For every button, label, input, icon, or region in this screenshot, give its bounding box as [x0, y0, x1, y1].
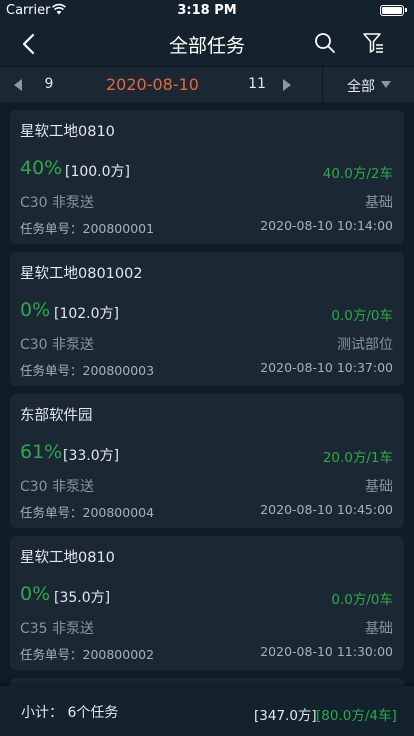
filter-icon[interactable]	[362, 31, 386, 55]
task-number: 任务单号：200800001	[20, 221, 155, 236]
summary-footer: 小计： 6个任务 [347.0方] [80.0方/4车]	[0, 686, 414, 736]
task-card[interactable]: 东部软件园 61% [33.0方] 20.0方/1车 C30 非泵送 基础 任务…	[10, 394, 404, 528]
delivered-progress: 40.0方/2车	[322, 166, 393, 182]
delivered-progress: 0.0方/0车	[331, 308, 393, 324]
concrete-grade: C30 非泵送	[20, 479, 95, 495]
total-volume: [347.0方]	[254, 708, 317, 724]
task-card[interactable]: 星软工地0810 40% [100.0方] 40.0方/2车 C30 非泵送 基…	[10, 110, 404, 244]
prev-day-button[interactable]: 9	[38, 76, 60, 92]
task-time: 2020-08-10 10:45:00	[260, 502, 393, 517]
completion-percent: 0%	[20, 583, 51, 605]
status-filter-label: 全部	[347, 79, 375, 95]
concrete-grade: C30 非泵送	[20, 337, 95, 353]
navigation-bar: 全部任务	[0, 22, 414, 66]
date-selector-bar: 9 2020-08-10 11 全部	[0, 66, 414, 103]
page-title: 全部任务	[168, 35, 245, 57]
pour-part: 基础	[365, 479, 393, 495]
status-bar: Carrier 3:18 PM	[0, 0, 414, 22]
task-number: 任务单号：200800002	[20, 647, 155, 662]
planned-volume: [35.0方]	[54, 590, 111, 606]
site-name: 星软工地0810	[20, 550, 115, 566]
site-name: 星软工地0810	[20, 124, 115, 140]
task-time: 2020-08-10 11:30:00	[260, 644, 393, 659]
concrete-grade: C30 非泵送	[20, 195, 95, 211]
caret-down-icon	[381, 81, 391, 88]
site-name: 星软工地0801002	[20, 266, 143, 282]
delivered-progress: 0.0方/0车	[331, 592, 393, 608]
clock: 3:18 PM	[177, 3, 237, 18]
planned-volume: [33.0方]	[63, 448, 120, 464]
concrete-grade: C35 非泵送	[20, 621, 95, 637]
status-filter-dropdown[interactable]: 全部	[323, 67, 414, 103]
planned-volume: [102.0方]	[54, 306, 120, 322]
back-chevron-icon[interactable]	[18, 31, 42, 57]
task-time: 2020-08-10 10:37:00	[260, 360, 393, 375]
next-day-button[interactable]: 11	[246, 76, 268, 92]
completion-percent: 61%	[20, 441, 63, 463]
next-day-arrow-icon[interactable]	[281, 78, 293, 92]
battery-icon	[380, 5, 407, 16]
current-date[interactable]: 2020-08-10	[80, 75, 225, 94]
pour-part: 基础	[365, 621, 393, 637]
delivered-progress: 20.0方/1车	[322, 450, 393, 466]
planned-volume: [100.0方]	[65, 164, 131, 180]
search-icon[interactable]	[313, 31, 337, 55]
pour-part: 基础	[365, 195, 393, 211]
task-card[interactable]: 星软工地0810 0% [35.0方] 0.0方/0车 C35 非泵送 基础 任…	[10, 536, 404, 670]
total-progress: [80.0方/4车]	[316, 708, 397, 724]
task-time: 2020-08-10 10:14:00	[260, 218, 393, 233]
prev-day-arrow-icon[interactable]	[12, 78, 24, 92]
task-number: 任务单号：200800004	[20, 505, 155, 520]
task-number: 任务单号：200800003	[20, 363, 155, 378]
completion-percent: 40%	[20, 157, 63, 179]
task-count-summary: 小计： 6个任务	[21, 705, 119, 721]
site-name: 东部软件园	[20, 408, 93, 424]
pour-part: 测试部位	[337, 337, 393, 353]
task-card[interactable]: 星软工地0801002 0% [102.0方] 0.0方/0车 C30 非泵送 …	[10, 252, 404, 386]
completion-percent: 0%	[20, 299, 51, 321]
